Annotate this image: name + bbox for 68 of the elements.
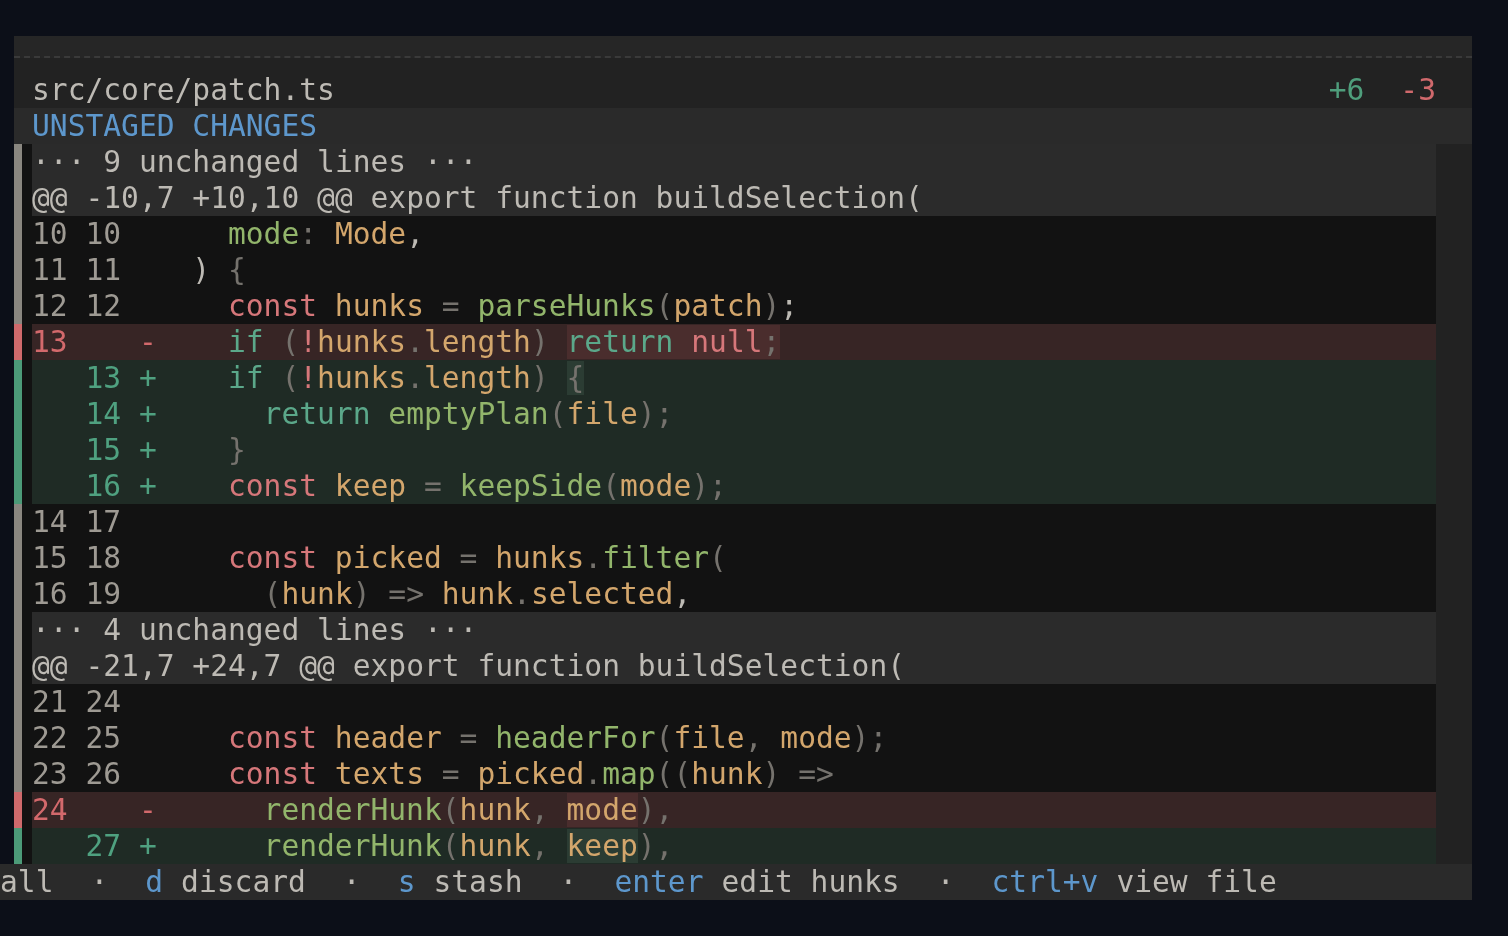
shortcut-label: stash [433,864,523,900]
code-line: ) { [191,253,246,287]
shortcut-key[interactable]: s [397,864,416,900]
diff-marker: + [138,397,157,431]
code-line: const header = headerFor(file, mode); [226,721,888,755]
line-number: 13 [85,361,122,395]
code-line: const keep = keepSide(mode); [226,469,727,503]
line-number: 12 [85,289,122,323]
line-number: 18 [85,541,122,575]
code-line: return emptyPlan(file); [262,397,674,431]
diff-marker: + [138,829,157,863]
hunk-header: @@ -21,7 +24,7 @@ export function buildSelection( [32,648,1436,684]
line-number: 26 [85,757,122,791]
line-number: 17 [85,505,122,539]
shortcut-label: discard [181,864,306,900]
diff-marker: + [138,433,157,467]
line-number: 12 [32,289,68,323]
code-line: const texts = picked.map((hunk) => [226,757,834,791]
scrollbar-track[interactable] [1436,144,1472,864]
line-number: 21 [32,685,68,719]
line-number: 10 [32,217,68,251]
separator-dot: · [559,864,578,900]
shortcut-label: edit hunks [721,864,900,900]
separator-dot: · [936,864,955,900]
collapsed-lines-label[interactable]: ··· 9 unchanged lines ··· [32,144,1436,180]
shortcut-key[interactable]: d [145,864,164,900]
line-number: 24 [85,685,122,719]
file-path: src/core/patch.ts [32,72,335,108]
code-line: const picked = hunks.filter( [226,541,727,575]
code-line: renderHunk(hunk, mode), [262,793,674,827]
diff-marker: - [138,793,157,827]
line-number: 27 [85,829,122,863]
shortcut-key[interactable]: ctrl+v [991,864,1099,900]
separator-dot: · [342,864,361,900]
diff-marker: + [138,469,157,503]
code-line: mode: Mode, [226,217,424,251]
added-count: +6 [1328,72,1365,108]
separator-dot: · [90,864,109,900]
diff-marker: - [138,325,157,359]
shortcut-key[interactable]: enter [614,864,704,900]
shortcut-label: all [0,864,54,900]
line-number: 23 [32,757,68,791]
line-number: 24 [32,793,68,827]
line-number: 11 [85,253,122,287]
line-number: 25 [85,721,122,755]
line-number: 16 [32,577,68,611]
line-number: 19 [85,577,122,611]
line-number: 14 [32,505,68,539]
line-number: 13 [32,325,68,359]
code-line: if (!hunks.length) return null; [226,325,781,359]
line-number: 14 [85,397,122,431]
section-title: UNSTAGED CHANGES [32,109,318,143]
hunk-header: @@ -10,7 +10,10 @@ export function buildSelection( [32,180,1436,216]
line-number: 15 [85,433,122,467]
collapsed-lines-label[interactable]: ··· 4 unchanged lines ··· [32,612,1436,648]
diff-marker: + [138,361,157,395]
code-line: if (!hunks.length) { [226,361,585,395]
line-number: 22 [32,721,68,755]
line-number: 10 [85,217,122,251]
line-number: 15 [32,541,68,575]
removed-count: -3 [1400,72,1436,108]
code-line: } [226,433,246,467]
line-number: 16 [85,469,122,503]
shortcut-label: view file [1116,864,1277,900]
code-line: (hunk) => hunk.selected, [262,577,692,611]
code-line: const hunks = parseHunks(patch); [226,289,799,323]
code-line: renderHunk(hunk, keep), [262,829,674,863]
line-number: 11 [32,253,68,287]
